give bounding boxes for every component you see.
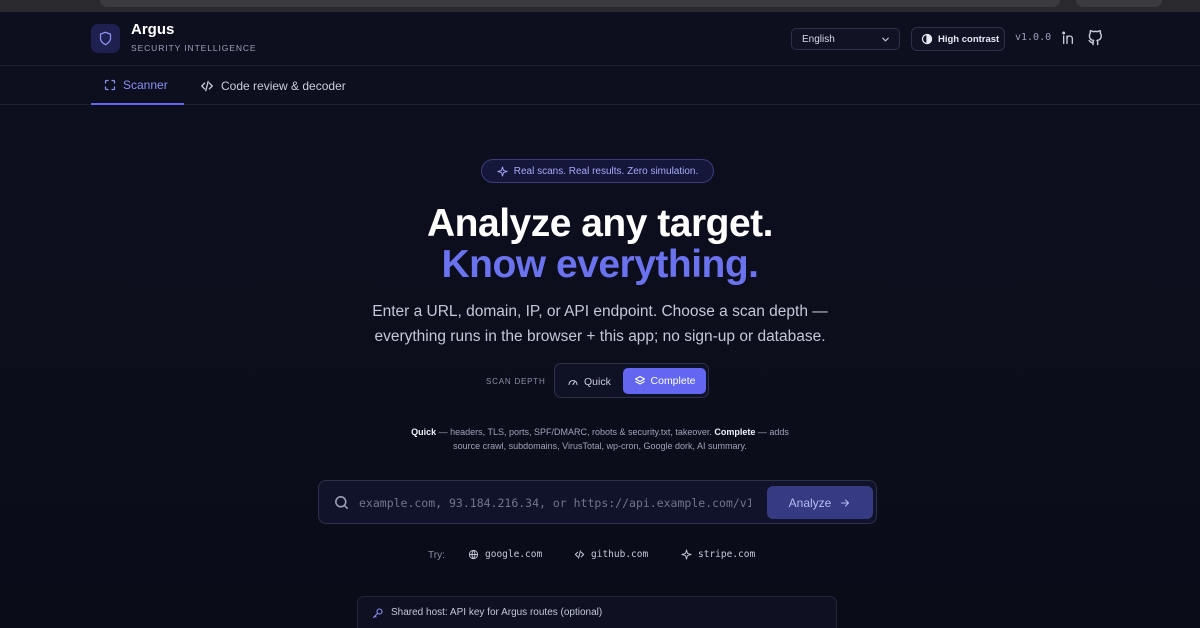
high-contrast-label: High contrast	[938, 33, 1000, 45]
try-example-github[interactable]: github.com	[574, 549, 648, 560]
version-label: v1.0.0	[1015, 32, 1052, 43]
target-input[interactable]	[359, 491, 751, 515]
scan-depth-description-line1: Quick — headers, TLS, ports, SPF/DMARC, …	[0, 425, 1200, 439]
hero-subtitle-line1: Enter a URL, domain, IP, or API endpoint…	[372, 303, 828, 320]
brand-subtitle: SECURITY INTELLIGENCE	[131, 43, 257, 53]
desc-complete-title: Complete	[714, 427, 756, 437]
scan-depth-toggle: Quick Complete	[554, 363, 709, 398]
browser-button	[1076, 0, 1162, 7]
github-icon	[1088, 29, 1102, 46]
chevron-down-icon	[882, 37, 889, 42]
scan-frame-icon	[104, 79, 116, 90]
hero-title-line2: Know everything.	[441, 243, 759, 286]
language-select[interactable]: English	[791, 28, 900, 50]
browser-top-strip	[0, 0, 1200, 12]
desc-quick-text: — headers, TLS, ports, SPF/DMARC, robots…	[436, 427, 715, 437]
scan-depth-description: Quick — headers, TLS, ports, SPF/DMARC, …	[0, 425, 1200, 453]
search-box: Analyze	[318, 480, 877, 524]
try-example-github-label: github.com	[591, 549, 649, 560]
tab-bar: Scanner Code review & decoder	[0, 66, 1200, 105]
main-content: Real scans. Real results. Zero simulatio…	[0, 106, 1200, 628]
sparkle-icon	[497, 165, 508, 177]
shared-host-label: Shared host: API key for Argus routes (o…	[391, 607, 603, 618]
scan-depth-complete-button[interactable]: Complete	[623, 368, 706, 394]
code-icon	[574, 550, 585, 559]
scan-depth-description-line2: source crawl, subdomains, VirusTotal, wp…	[453, 441, 747, 451]
scan-depth-complete-label: Complete	[650, 375, 696, 387]
scan-depth-label: SCAN DEPTH	[486, 377, 546, 386]
hero-subtitle: Enter a URL, domain, IP, or API endpoint…	[0, 299, 1200, 349]
linkedin-link[interactable]	[1061, 30, 1077, 51]
analyze-button[interactable]: Analyze	[767, 486, 873, 519]
hero-subtitle-line2: everything runs in the browser + this ap…	[374, 328, 826, 345]
try-example-stripe[interactable]: stripe.com	[681, 549, 755, 560]
tab-code-review-label: Code review & decoder	[221, 78, 346, 93]
search-icon	[335, 496, 348, 509]
code-icon	[201, 80, 213, 91]
scan-depth-quick-label: Quick	[584, 375, 611, 388]
arrow-right-icon	[841, 498, 850, 507]
shield-icon	[99, 31, 112, 46]
hero-badge: Real scans. Real results. Zero simulatio…	[481, 159, 714, 183]
brand-name: Argus	[131, 21, 175, 38]
tab-code-review[interactable]: Code review & decoder	[200, 66, 346, 105]
browser-address-bar	[100, 0, 1060, 7]
layers-icon	[634, 375, 645, 385]
brand-logo[interactable]	[91, 24, 120, 53]
try-example-stripe-label: stripe.com	[698, 549, 756, 560]
globe-icon	[468, 549, 479, 560]
scan-depth-quick-button[interactable]: Quick	[567, 369, 611, 394]
app-header: Argus SECURITY INTELLIGENCE English High…	[0, 12, 1200, 66]
github-link[interactable]	[1087, 29, 1104, 51]
key-icon	[372, 608, 383, 619]
gauge-icon	[568, 379, 578, 385]
hero-badge-text: Real scans. Real results. Zero simulatio…	[513, 165, 699, 177]
shared-host-panel[interactable]: Shared host: API key for Argus routes (o…	[357, 596, 837, 628]
desc-quick-title: Quick	[411, 427, 437, 437]
try-example-google[interactable]: google.com	[468, 549, 542, 560]
sparkle-icon	[681, 549, 692, 560]
desc-complete-text: — adds	[755, 427, 789, 437]
linkedin-icon	[1062, 31, 1073, 44]
analyze-button-label: Analyze	[788, 495, 832, 510]
tab-scanner[interactable]: Scanner	[91, 66, 184, 105]
try-label: Try:	[428, 550, 445, 561]
language-value: English	[802, 33, 835, 45]
half-circle-icon	[921, 33, 933, 45]
high-contrast-button[interactable]: High contrast	[911, 27, 1005, 51]
tab-scanner-label: Scanner	[123, 77, 168, 92]
hero-title-line1: Analyze any target.	[427, 202, 773, 245]
try-example-google-label: google.com	[485, 549, 543, 560]
